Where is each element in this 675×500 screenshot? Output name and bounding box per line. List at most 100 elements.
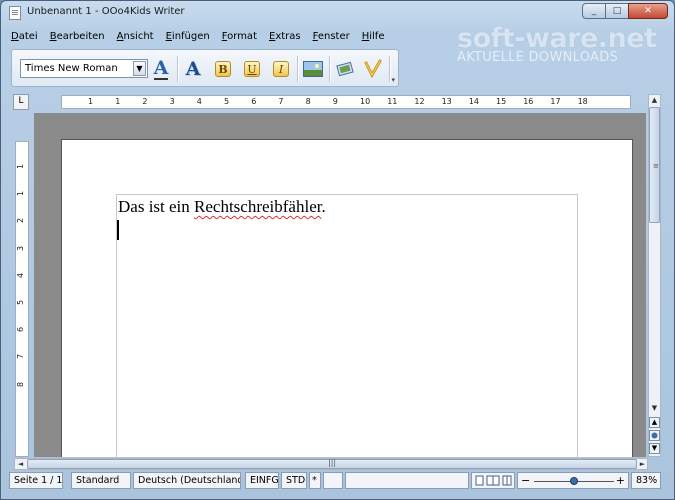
ruler-number: 1 <box>16 163 26 170</box>
vertical-scrollbar[interactable]: ▲ ≡ ▼ ▲ ▼ <box>648 94 661 457</box>
ruler-number: 6 <box>16 327 26 333</box>
underline-button[interactable]: U <box>241 58 263 80</box>
insert-image-button[interactable] <box>302 58 324 80</box>
zoom-slider[interactable]: − + <box>517 472 629 489</box>
character-style-button[interactable]: A <box>150 58 172 80</box>
font-name-combobox[interactable]: Times New Roman ▼ <box>20 59 148 78</box>
scroll-right-button[interactable]: ► <box>637 459 648 469</box>
status-selection-mode[interactable]: STD <box>281 472 307 489</box>
vertical-ruler[interactable]: 1 1 2 3 4 5 6 7 8 <box>15 141 29 457</box>
status-signature[interactable] <box>323 472 343 489</box>
scroll-up-button[interactable]: ▲ <box>649 95 660 106</box>
ruler-number: 5 <box>224 97 230 106</box>
vertical-scroll-thumb[interactable]: ≡ <box>649 107 660 223</box>
fontwork-button[interactable]: A <box>182 58 204 80</box>
italic-icon: I <box>273 61 289 77</box>
tab-stop-selector[interactable]: L <box>13 94 29 110</box>
previous-page-button[interactable]: ▲ <box>649 417 660 428</box>
ruler-number: 4 <box>196 97 202 106</box>
font-name-value: Times New Roman <box>25 63 118 74</box>
status-bar: Seite 1 / 1 Standard Deutsch (Deutschlan… <box>9 472 664 492</box>
horizontal-ruler[interactable]: 1 1 2 3 4 5 6 7 8 9 10 11 12 13 14 15 16 17 18 <box>61 95 631 109</box>
menu-bar: Datei Bearbeiten Ansicht Einfügen Format… <box>5 27 390 45</box>
spellcheck-button[interactable] <box>362 58 384 80</box>
ruler-number: 7 <box>278 97 284 106</box>
misspelled-word[interactable]: Rechtschreibfähler <box>194 197 321 216</box>
document-canvas[interactable]: Das ist ein Rechtschreibfähler. <box>34 113 646 457</box>
formatting-toolbar: Times New Roman ▼ A A B U I ▾ <box>11 49 399 87</box>
menu-bearbeiten[interactable]: Bearbeiten <box>44 31 111 42</box>
menu-hilfe[interactable]: Hilfe <box>356 31 391 42</box>
ruler-number: 5 <box>16 299 26 306</box>
toolbar-overflow-icon[interactable]: ▾ <box>391 76 395 84</box>
ruler-number: 8 <box>16 381 26 387</box>
app-window: Unbenannt 1 - OOo4Kids Writer _ □ ✕ Date… <box>0 0 675 500</box>
text-cursor <box>117 220 119 240</box>
text-boundaries <box>116 194 578 457</box>
menu-datei[interactable]: Datei <box>5 31 44 42</box>
toolbar-separator <box>297 56 298 82</box>
spellcheck-icon <box>364 59 382 79</box>
menu-einfuegen[interactable]: Einfügen <box>160 31 216 42</box>
status-insert-mode[interactable]: EINFG <box>245 472 279 489</box>
ruler-number: 15 <box>496 97 507 106</box>
status-language[interactable]: Deutsch (Deutschland) <box>133 472 241 489</box>
scroll-down-button[interactable]: ▼ <box>649 403 660 414</box>
bold-button[interactable]: B <box>212 58 234 80</box>
toolbar-separator <box>329 56 330 82</box>
ruler-number: 1 <box>16 191 26 197</box>
toolbar-separator <box>177 56 178 82</box>
horizontal-scrollbar[interactable]: ◄ ||| ► <box>14 458 648 470</box>
bold-icon: B <box>215 61 231 77</box>
menu-extras[interactable]: Extras <box>263 31 307 42</box>
image-icon <box>303 61 323 77</box>
single-page-view-icon <box>475 475 484 486</box>
zoom-out-button[interactable]: − <box>521 473 530 488</box>
navigation-button[interactable] <box>649 430 660 441</box>
view-layout-controls <box>471 472 515 489</box>
maximize-button[interactable]: □ <box>605 3 629 19</box>
status-page-number[interactable]: Seite 1 / 1 <box>9 472 63 489</box>
status-object-info <box>345 472 469 489</box>
zoom-in-button[interactable]: + <box>616 473 625 488</box>
next-page-button[interactable]: ▼ <box>649 443 660 454</box>
font-dropdown-button[interactable]: ▼ <box>133 61 146 76</box>
ruler-number: 16 <box>523 97 534 106</box>
watermark-logo: soft-ware.net AKTUELLE DOWNLOADS <box>457 23 657 65</box>
ruler-number: 11 <box>387 97 398 106</box>
ruler-number: 1 <box>88 97 94 106</box>
gallery-button[interactable] <box>334 58 356 80</box>
book-view-icon <box>502 475 508 486</box>
ruler-number: 8 <box>305 97 311 106</box>
character-a-icon: A <box>153 56 169 80</box>
menu-ansicht[interactable]: Ansicht <box>111 31 160 42</box>
ruler-number: 7 <box>16 354 26 360</box>
view-layout-icons <box>475 475 512 486</box>
menu-fenster[interactable]: Fenster <box>307 31 356 42</box>
close-button[interactable]: ✕ <box>628 3 668 19</box>
window-controls: _ □ ✕ <box>582 3 668 19</box>
ruler-number: 18 <box>577 97 588 106</box>
menu-format[interactable]: Format <box>216 31 263 42</box>
minimize-button[interactable]: _ <box>582 3 606 19</box>
ruler-number: 6 <box>251 97 257 106</box>
document-text[interactable]: Das ist ein Rechtschreibfähler. <box>118 197 326 217</box>
multi-page-view-icon <box>486 475 494 486</box>
status-page-style[interactable]: Standard <box>71 472 131 489</box>
ruler-number: 17 <box>550 97 561 106</box>
ruler-number: 1 <box>115 97 121 106</box>
ruler-number: 13 <box>441 97 452 106</box>
document-icon <box>9 6 21 20</box>
document-page[interactable]: Das ist ein Rechtschreibfähler. <box>61 139 633 457</box>
title-bar[interactable]: Unbenannt 1 - OOo4Kids Writer _ □ ✕ <box>1 1 674 25</box>
status-modified[interactable]: * <box>309 472 321 489</box>
scroll-left-button[interactable]: ◄ <box>15 459 26 469</box>
ruler-number: 3 <box>169 97 175 106</box>
italic-button[interactable]: I <box>270 58 292 80</box>
ruler-number: 4 <box>16 272 26 278</box>
ruler-number: 3 <box>16 245 26 251</box>
status-zoom[interactable]: 83% <box>631 472 661 489</box>
toolbar-separator <box>389 56 390 82</box>
horizontal-scroll-thumb[interactable]: ||| <box>27 458 637 469</box>
zoom-slider-handle[interactable] <box>570 477 578 485</box>
